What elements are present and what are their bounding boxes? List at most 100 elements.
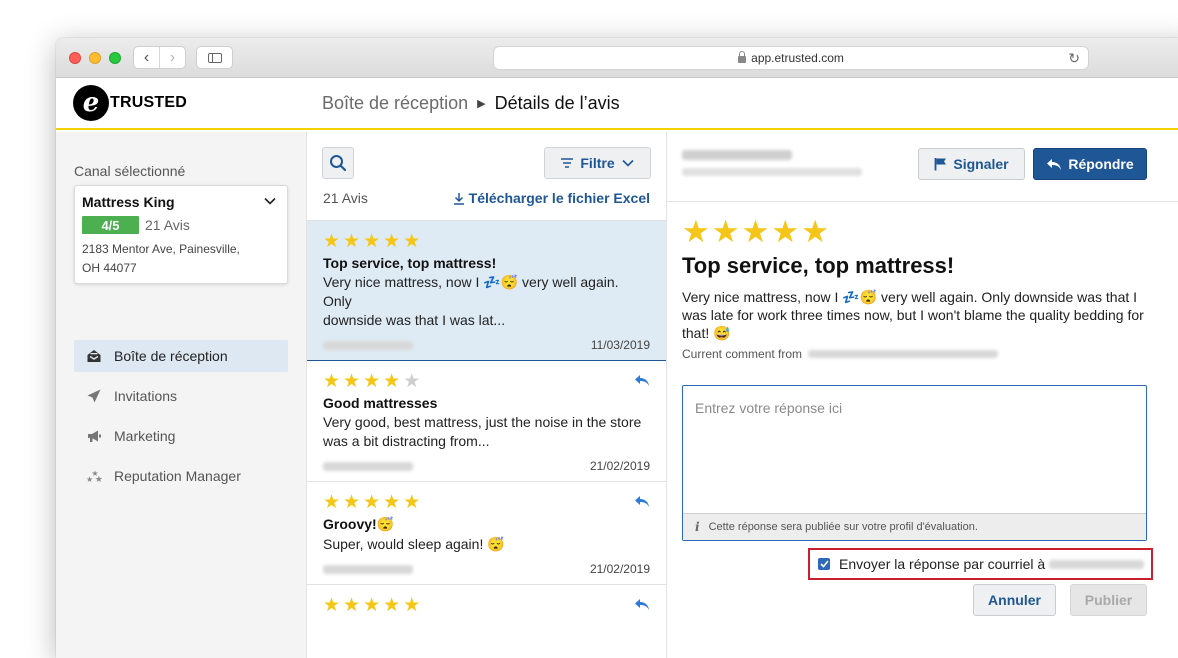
star-rating: ★ ★ ★ ★ ★ bbox=[323, 491, 650, 513]
current-comment-label: Current comment from bbox=[682, 347, 803, 361]
star-icon: ★ bbox=[741, 214, 770, 249]
svg-text:★: ★ bbox=[95, 475, 102, 484]
channel-label: Canal sélectionné bbox=[74, 163, 186, 179]
sidebar-nav: Boîte de réception Invitations Marketing… bbox=[74, 340, 288, 500]
review-excerpt: Very good, best mattress, just the noise… bbox=[323, 413, 650, 451]
sidebar-item-invitations[interactable]: Invitations bbox=[74, 380, 288, 412]
review-list-pane: Filtre 21 Avis Télécharger le fichier Ex… bbox=[306, 132, 667, 658]
breadcrumb-separator-icon: ▶ bbox=[477, 98, 486, 110]
reviewer-email-redacted bbox=[682, 168, 862, 176]
review-list-item[interactable]: ★ ★ ★ ★ ★ Good mattresses Very good, best ma… bbox=[307, 361, 666, 482]
sidebar-item-marketing[interactable]: Marketing bbox=[74, 420, 288, 452]
download-icon bbox=[453, 192, 464, 205]
search-button[interactable] bbox=[322, 147, 354, 179]
star-icon: ★ bbox=[682, 214, 710, 249]
review-list: ★ ★ ★ ★ ★ Top service, top mattress! Very ni… bbox=[307, 220, 666, 658]
reply-textarea[interactable] bbox=[683, 386, 1146, 514]
channel-review-count: 21 Avis bbox=[145, 217, 190, 233]
sidebar-toggle-button[interactable] bbox=[196, 46, 233, 69]
forward-button[interactable]: › bbox=[159, 47, 185, 68]
review-list-item-selected[interactable]: ★ ★ ★ ★ ★ Top service, top mattress! Very ni… bbox=[307, 221, 666, 361]
star-icon: ★ bbox=[323, 370, 341, 392]
star-icon: ★ bbox=[363, 594, 381, 616]
logo-mark: e bbox=[73, 85, 109, 121]
download-excel-link[interactable]: Télécharger le fichier Excel bbox=[453, 190, 650, 206]
flag-icon bbox=[934, 158, 947, 171]
reply-label: Répondre bbox=[1068, 156, 1134, 172]
reply-button[interactable]: Répondre bbox=[1033, 148, 1147, 180]
channel-selector[interactable]: Mattress King 4/5 21 Avis 2183 Mentor Av… bbox=[74, 185, 288, 284]
sidebar-item-inbox[interactable]: Boîte de réception bbox=[74, 340, 288, 372]
review-excerpt-line-2: downside was that I was lat... bbox=[323, 312, 506, 328]
star-icon: ★ bbox=[771, 214, 800, 249]
review-title: Good mattresses bbox=[323, 395, 438, 411]
browser-toolbar: ‹ › app.etrusted.com ↻ bbox=[56, 38, 1178, 78]
star-icon: ★ bbox=[403, 230, 421, 252]
breadcrumb-inbox-link[interactable]: Boîte de réception bbox=[322, 93, 468, 114]
sidebar-item-label: Reputation Manager bbox=[114, 468, 241, 484]
review-meta: 21/02/2019 bbox=[323, 451, 650, 481]
address-line-1: 2183 Mentor Ave, Painesville, bbox=[82, 242, 240, 256]
review-meta: 11/03/2019 bbox=[323, 330, 650, 360]
channel-name: Mattress King bbox=[82, 194, 175, 210]
breadcrumb: Boîte de réception ▶ Détails de l’avis bbox=[322, 93, 620, 114]
minimize-window-button[interactable] bbox=[89, 52, 101, 64]
reload-button[interactable]: ↻ bbox=[1068, 50, 1080, 67]
star-icon: ★ bbox=[403, 594, 421, 616]
filter-button[interactable]: Filtre bbox=[544, 147, 651, 179]
star-rating: ★ ★ ★ ★ ★ bbox=[323, 230, 650, 252]
replied-arrow-icon bbox=[635, 496, 649, 507]
close-window-button[interactable] bbox=[69, 52, 81, 64]
replied-arrow-icon bbox=[635, 599, 649, 610]
send-email-checkbox[interactable] bbox=[818, 558, 830, 570]
sidebar-icon bbox=[207, 52, 222, 63]
report-button[interactable]: Signaler bbox=[918, 148, 1025, 180]
star-rating: ★ ★ ★ ★ ★ bbox=[323, 370, 650, 392]
maximize-window-button[interactable] bbox=[109, 52, 121, 64]
review-date: 21/02/2019 bbox=[589, 459, 650, 473]
detail-star-rating: ★ ★ ★ ★ ★ bbox=[682, 216, 831, 247]
comment-author-redacted bbox=[808, 350, 999, 358]
reply-editor: i Cette réponse sera publiée sur votre p… bbox=[682, 385, 1147, 541]
lock-icon bbox=[738, 50, 747, 63]
star-icon: ★ bbox=[403, 491, 421, 513]
star-icon: ★ bbox=[323, 594, 341, 616]
reviewer-name-redacted bbox=[323, 461, 413, 471]
channel-address: 2183 Mentor Ave, Painesville, OH 44077 bbox=[82, 240, 240, 278]
publish-button[interactable]: Publier bbox=[1070, 584, 1147, 616]
sidebar-item-reputation-manager[interactable]: ★★★ Reputation Manager bbox=[74, 460, 288, 492]
sidebar-item-label: Invitations bbox=[114, 388, 178, 404]
review-date: 21/02/2019 bbox=[589, 562, 650, 576]
history-nav: ‹ › bbox=[133, 46, 186, 69]
reviewer-name-redacted bbox=[682, 150, 792, 160]
etrusted-logo[interactable]: e TRUSTED bbox=[73, 85, 187, 121]
review-excerpt-line-1: Super, would sleep again! 😴 bbox=[323, 536, 505, 552]
review-excerpt: Very nice mattress, now I 💤😴 very well a… bbox=[323, 273, 650, 330]
address-bar[interactable]: app.etrusted.com ↻ bbox=[493, 46, 1089, 70]
review-meta: 21/02/2019 bbox=[323, 554, 650, 584]
sidebar-item-label: Marketing bbox=[114, 428, 176, 444]
cancel-button[interactable]: Annuler bbox=[973, 584, 1056, 616]
review-list-item[interactable]: ★ ★ ★ ★ ★ bbox=[307, 585, 666, 658]
recipient-name-redacted bbox=[1049, 559, 1145, 569]
star-icon: ★ bbox=[363, 370, 381, 392]
star-icon: ★ bbox=[383, 370, 401, 392]
back-button[interactable]: ‹ bbox=[134, 47, 159, 68]
star-icon: ★ bbox=[383, 230, 401, 252]
review-text-line-1: Very nice mattress, now I 💤😴 very well a… bbox=[682, 289, 1138, 305]
review-list-item[interactable]: ★ ★ ★ ★ ★ Groovy!😴 Super, would sleep again!… bbox=[307, 482, 666, 585]
filter-label: Filtre bbox=[580, 155, 615, 171]
star-icon: ★ bbox=[343, 370, 361, 392]
download-excel-label: Télécharger le fichier Excel bbox=[468, 190, 650, 206]
review-date: 11/03/2019 bbox=[590, 338, 650, 352]
star-icon: ★ bbox=[343, 594, 361, 616]
reply-arrow-icon bbox=[1047, 158, 1062, 170]
review-detail-pane: Signaler Répondre ★ ★ ★ ★ ★ Top service, top… bbox=[667, 132, 1178, 658]
review-detail-header: Signaler Répondre bbox=[667, 132, 1178, 202]
star-rating: ★ ★ ★ ★ ★ bbox=[323, 594, 650, 616]
browser-window: ‹ › app.etrusted.com ↻ e TRUSTED Boîte d… bbox=[56, 38, 1178, 658]
reply-hint-bar: i Cette réponse sera publiée sur votre p… bbox=[683, 513, 1146, 540]
review-excerpt-line-1: Very nice mattress, now I 💤😴 very well a… bbox=[323, 274, 619, 309]
inbox-icon bbox=[86, 348, 102, 364]
left-sidebar: Canal sélectionné Mattress King 4/5 21 A… bbox=[56, 132, 306, 658]
